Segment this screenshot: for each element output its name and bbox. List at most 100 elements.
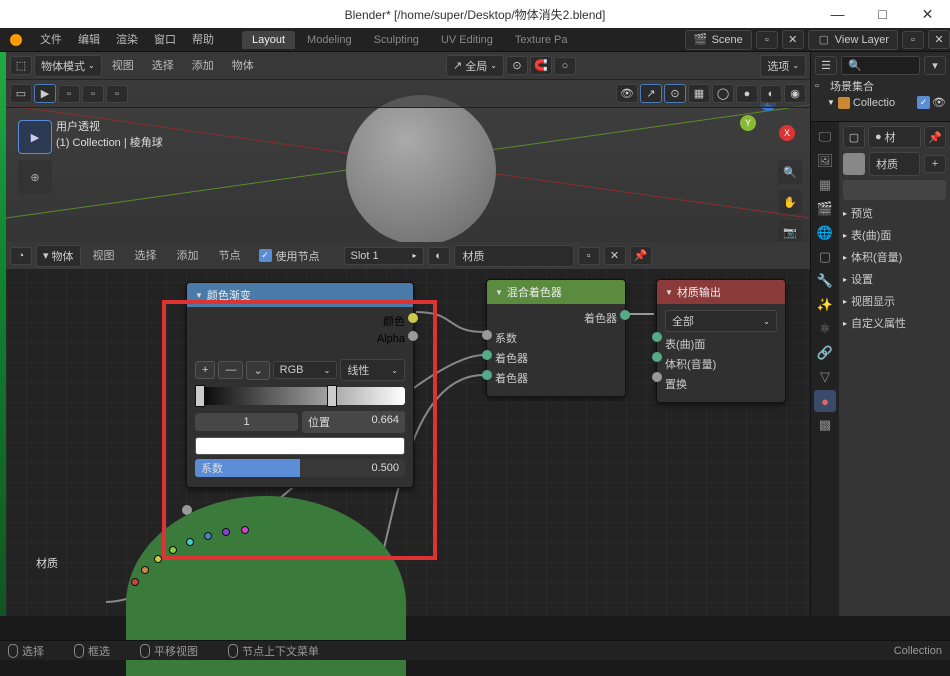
ne-menu-add[interactable]: 添加: [169, 244, 207, 268]
pivot-button[interactable]: ⊙: [506, 56, 528, 75]
material-list-row[interactable]: [843, 180, 946, 200]
material-slot-name[interactable]: 材质: [869, 152, 920, 176]
orientation-selector[interactable]: ↗ 全局 ⌄: [446, 55, 504, 77]
ramp-remove-stop[interactable]: —: [218, 361, 243, 379]
panel-custom[interactable]: ▸自定义属性: [843, 312, 946, 334]
prop-breadcrumb-mat[interactable]: ● 材: [868, 126, 921, 148]
gizmo-toggle-icon[interactable]: ▫: [58, 85, 80, 103]
material-name-field[interactable]: 材质: [454, 245, 574, 267]
close-button[interactable]: ✕: [905, 0, 950, 28]
slot-selector[interactable]: Slot 1▸: [344, 247, 424, 265]
curve-point[interactable]: [154, 555, 162, 563]
tree-collection[interactable]: ▼ Collectio ✓ 👁: [815, 95, 946, 110]
prop-tab-physics[interactable]: ⚛: [814, 318, 836, 340]
prop-tab-particles[interactable]: ✨: [814, 294, 836, 316]
menu-help[interactable]: 帮助: [184, 28, 222, 52]
ramp-gradient[interactable]: [195, 387, 405, 405]
curve-point[interactable]: [141, 566, 149, 574]
viewlayer-delete-button[interactable]: ✕: [928, 30, 950, 49]
ne-menu-select[interactable]: 选择: [127, 244, 165, 268]
ne-menu-node[interactable]: 节点: [211, 244, 249, 268]
wireframe-shading[interactable]: ◯: [712, 84, 734, 103]
panel-preview[interactable]: ▸预览: [843, 202, 946, 224]
workspace-tab-sculpting[interactable]: Sculpting: [364, 31, 429, 49]
collection-visibility-icon[interactable]: 👁: [932, 96, 946, 109]
curve-point[interactable]: [222, 528, 230, 536]
solid-shading[interactable]: ●: [736, 85, 758, 103]
socket-alpha-out[interactable]: [408, 331, 418, 341]
gizmo-y[interactable]: Y: [740, 115, 756, 131]
proportional-button[interactable]: ○: [554, 57, 576, 75]
prop-tab-modifiers[interactable]: 🔧: [814, 270, 836, 292]
ramp-stop-0[interactable]: [195, 385, 205, 407]
curve-point[interactable]: [186, 538, 194, 546]
menu-window[interactable]: 窗口: [146, 28, 184, 52]
ne-editor-type[interactable]: ◔: [10, 247, 32, 265]
visibility-button[interactable]: 👁: [616, 84, 638, 103]
socket-displace-in[interactable]: [652, 372, 662, 382]
pin-button[interactable]: 📌: [630, 246, 652, 265]
vp-menu-select[interactable]: 选择: [144, 54, 182, 78]
socket-volume-in[interactable]: [652, 352, 662, 362]
zoom-icon[interactable]: 🔍: [778, 160, 802, 184]
icosphere-object[interactable]: [346, 95, 496, 242]
prop-tab-scene[interactable]: 🎬: [814, 198, 836, 220]
ramp-interpolation[interactable]: 线性⌄: [340, 359, 405, 381]
material-add-slot[interactable]: +: [924, 155, 946, 173]
camera-icon[interactable]: 📷: [778, 220, 802, 242]
prop-tab-constraints[interactable]: 🔗: [814, 342, 836, 364]
ramp-position-field[interactable]: 位置0.664: [302, 411, 405, 433]
ramp-fac-slider[interactable]: 系数0.500: [195, 459, 405, 477]
ne-menu-view[interactable]: 视图: [85, 244, 123, 268]
snap-button[interactable]: 🧲: [530, 56, 552, 75]
editor-type-button[interactable]: ⬚: [10, 56, 32, 75]
tree-scene-collection[interactable]: ▫ 场景集合: [815, 77, 946, 95]
maximize-button[interactable]: □: [860, 0, 905, 28]
matout-target[interactable]: 全部⌄: [665, 310, 777, 332]
prop-tab-output[interactable]: 🖼: [814, 150, 836, 172]
socket-fac-in[interactable]: [482, 330, 492, 340]
menu-edit[interactable]: 编辑: [70, 28, 108, 52]
cursor-tool-icon[interactable]: ▶: [34, 84, 56, 103]
node-material-output[interactable]: ▼材质输出 全部⌄ 表(曲)面 体积(音量) 置换: [656, 279, 786, 403]
mat-new-button[interactable]: ▫: [578, 247, 600, 265]
node-mix-shader[interactable]: ▼混合着色器 着色器 系数 着色器 着色器: [486, 279, 626, 397]
3d-viewport[interactable]: ⬚ 物体模式 ⌄ 视图 选择 添加 物体 ↗ 全局 ⌄ ⊙ 🧲 ○ 选项 ⌄ ▭: [6, 52, 810, 242]
vp-menu-object[interactable]: 物体: [224, 54, 262, 78]
curve-point[interactable]: [204, 532, 212, 540]
pan-icon[interactable]: ✋: [778, 190, 802, 214]
minimize-button[interactable]: —: [815, 0, 860, 28]
ramp-color-mode[interactable]: RGB⌄: [273, 361, 338, 379]
viewlayer-selector[interactable]: ▢ View Layer: [808, 30, 898, 50]
collection-exclude-checkbox[interactable]: ✓: [917, 96, 930, 109]
panel-volume[interactable]: ▸体积(音量): [843, 246, 946, 268]
workspace-tab-modeling[interactable]: Modeling: [297, 31, 362, 49]
gizmo-toggle-icon-3[interactable]: ▫: [106, 85, 128, 103]
material-preview-swatch[interactable]: [843, 153, 865, 175]
socket-color-out[interactable]: [408, 313, 418, 323]
viewlayer-new-button[interactable]: ▫: [902, 31, 924, 49]
panel-settings[interactable]: ▸设置: [843, 268, 946, 290]
menu-render[interactable]: 渲染: [108, 28, 146, 52]
gizmo-x[interactable]: X: [779, 125, 795, 141]
shader-node-editor[interactable]: ◔ ▾ 物体 视图 选择 添加 节点 ✓ 使用节点 Slot 1▸ ◐ 材质 ▫…: [6, 242, 810, 616]
scene-delete-button[interactable]: ✕: [782, 30, 804, 49]
outliner-panel[interactable]: ☰ 🔍 ▾ ▫ 场景集合 ▼ Collectio ✓ 👁: [811, 52, 950, 122]
socket-shader1-in[interactable]: [482, 350, 492, 360]
prop-tab-world[interactable]: 🌐: [814, 222, 836, 244]
menu-file[interactable]: 文件: [32, 28, 70, 52]
socket-surface-in[interactable]: [652, 332, 662, 342]
gizmo-toggle-icon-2[interactable]: ▫: [82, 85, 104, 103]
ramp-color-field[interactable]: [195, 437, 405, 455]
panel-surface[interactable]: ▸表(曲)面: [843, 224, 946, 246]
workspace-tab-uv[interactable]: UV Editing: [431, 31, 503, 49]
prop-tab-render[interactable]: 🖵: [814, 126, 836, 148]
socket-shader2-in[interactable]: [482, 370, 492, 380]
curve-point[interactable]: [169, 546, 177, 554]
workspace-tab-layout[interactable]: Layout: [242, 31, 295, 49]
use-nodes-checkbox[interactable]: ✓: [259, 249, 272, 262]
outliner-filter[interactable]: ▾: [924, 56, 946, 75]
material-browse[interactable]: ◐: [428, 247, 450, 265]
matprev-shading[interactable]: ◐: [760, 85, 782, 103]
prop-tab-material[interactable]: ●: [814, 390, 836, 412]
